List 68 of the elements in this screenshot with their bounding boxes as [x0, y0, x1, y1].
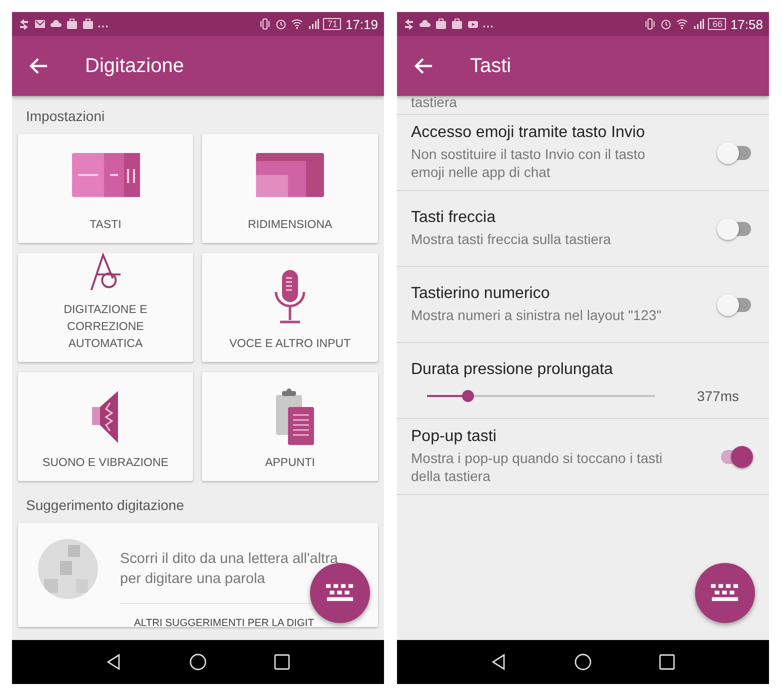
setting-title: Accesso emoji tramite tasto Invio [411, 124, 646, 142]
settings-tile[interactable]: DIGITAZIONE E CORREZIONE AUTOMATICA [18, 253, 193, 362]
resize-icon [254, 151, 326, 199]
settings-tile[interactable]: VOCE E ALTRO INPUT [202, 253, 378, 362]
settings-tile[interactable]: SUONO E VIBRAZIONE [18, 372, 193, 481]
toggle-switch[interactable] [717, 218, 753, 240]
tile-label: DIGITAZIONE E CORREZIONE AUTOMATICA [62, 303, 148, 352]
screen-title: Digitazione [85, 54, 184, 78]
keyboard-icon [711, 584, 739, 602]
tile-label: APPUNTI [265, 456, 315, 471]
battery-level: 71 [323, 18, 342, 30]
bag-icon [451, 18, 463, 30]
setting-title: Tasti freccia [411, 209, 496, 227]
bag-icon [66, 18, 78, 30]
keys-icon [70, 151, 142, 199]
back-arrow-icon[interactable] [29, 56, 49, 76]
setting-subtitle: Mostra numeri a sinistra nel layout "123" [411, 306, 662, 324]
play-icon [467, 18, 479, 30]
tile-label: SUONO E VIBRAZIONE [42, 456, 168, 471]
slider-value: 377ms [696, 388, 739, 404]
toggle-switch[interactable] [717, 294, 753, 316]
wifi-icon [291, 18, 304, 30]
more-icon [483, 25, 493, 28]
wifi-icon [676, 18, 688, 30]
setting-subtitle: Mostra i pop-up quando si toccano i tasti della tastiera [411, 449, 664, 485]
setting-subtitle: Mostra tasti freccia sulla tastiera [411, 230, 612, 248]
home-icon[interactable] [574, 653, 592, 671]
tip-text: Scorri il dito da una lettera all'altra per digitare una parola [120, 550, 339, 589]
setting-title: Pop-up tasti [411, 428, 498, 446]
screen-title: Tasti [470, 54, 512, 78]
alarm-icon [660, 18, 672, 30]
mail-icon [34, 18, 46, 30]
setting-subtitle: Non sostituire il tasto Invio con il tasto emoji nelle app di chat [411, 145, 646, 181]
more-tips-link[interactable]: ALTRI SUGGERIMENTI PER LA DIGIT [134, 618, 314, 629]
toggle-switch[interactable] [717, 142, 753, 164]
keyboard-button[interactable] [695, 563, 755, 623]
alarm-icon [275, 18, 288, 30]
back-arrow-icon[interactable] [414, 56, 434, 76]
settings-tile[interactable]: APPUNTI [202, 372, 378, 481]
recent-apps-icon[interactable] [658, 653, 676, 671]
clock-time: 17:58 [730, 16, 763, 32]
signal-icon [692, 18, 704, 30]
vibrate-icon [259, 18, 272, 30]
setting-title: Durata pressione prolungata [411, 361, 614, 379]
tile-label: VOCE E ALTRO INPUT [229, 337, 351, 352]
settings-tile[interactable]: RIDIMENSIONA [202, 134, 378, 243]
section-title: Impostazioni [25, 107, 106, 126]
sync-icon [18, 18, 30, 30]
vibrate-icon [644, 18, 656, 30]
cloud-icon [419, 18, 431, 30]
clock-time: 17:19 [345, 16, 378, 32]
tile-label: RIDIMENSIONA [248, 218, 332, 233]
cloud-icon [50, 18, 62, 30]
setting-subtitle: tastiera [397, 96, 769, 115]
section-title: Suggerimento digitazione [25, 496, 185, 515]
signal-icon [307, 18, 320, 30]
settings-tile[interactable]: TASTI [18, 134, 193, 243]
tile-label: TASTI [90, 218, 122, 233]
keyboard-icon [326, 584, 354, 602]
bag-icon [82, 18, 94, 30]
sync-icon [403, 18, 415, 30]
bag-icon [435, 18, 447, 30]
more-icon [98, 25, 108, 28]
battery-level: 66 [708, 18, 726, 30]
font-icon [88, 253, 122, 292]
home-icon[interactable] [189, 653, 207, 671]
setting-title: Tastierino numerico [411, 285, 551, 303]
recent-apps-icon[interactable] [273, 653, 291, 671]
